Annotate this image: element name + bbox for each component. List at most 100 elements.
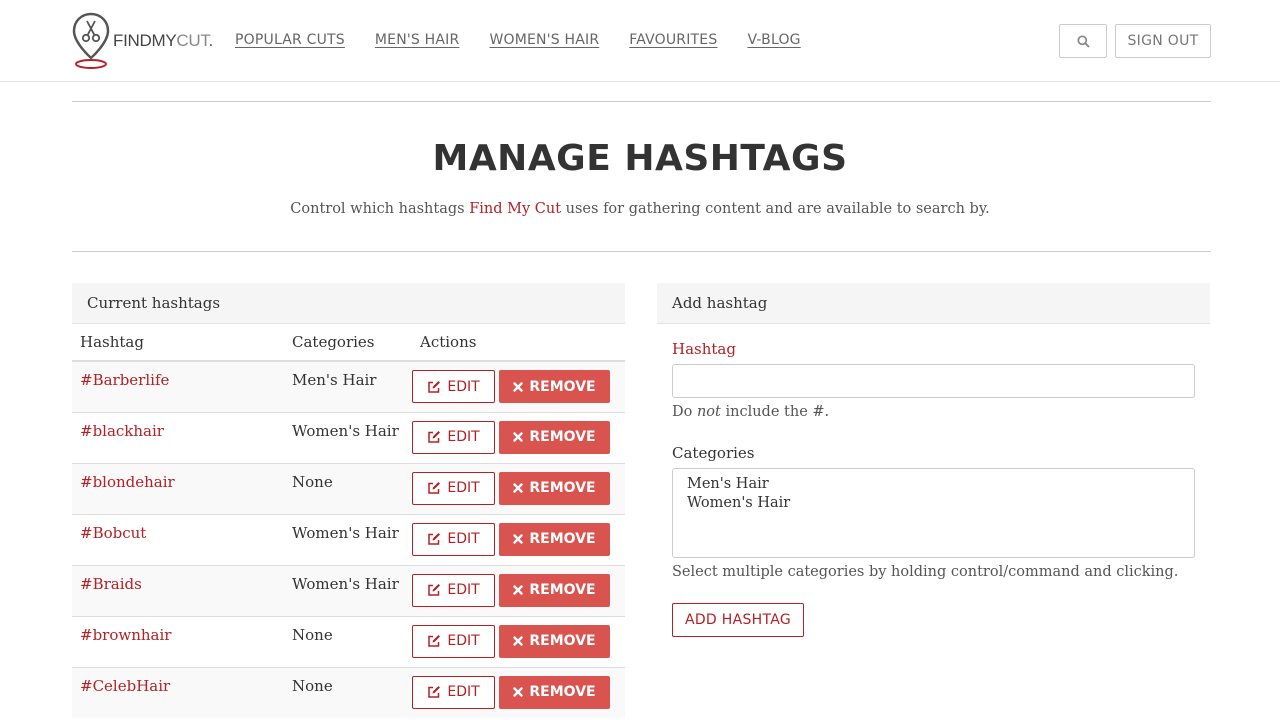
category-option-mens-hair[interactable]: Men's Hair xyxy=(687,475,1180,494)
actions-cell: EDIT REMOVE xyxy=(412,564,625,616)
page-title: MANAGE HASHTAGS xyxy=(432,138,848,179)
hashtags-table-body: #Barberlife Men's Hair EDIT REMOVE #blac… xyxy=(72,360,625,718)
edit-icon xyxy=(428,635,441,647)
nav-link-mens-hair[interactable]: MEN'S HAIR xyxy=(375,32,460,48)
nav-link-favourites[interactable]: FAVOURITES xyxy=(629,32,717,48)
remove-button-label: REMOVE xyxy=(529,633,596,649)
actions-cell: EDIT REMOVE xyxy=(412,411,625,463)
remove-button[interactable]: REMOVE xyxy=(499,624,610,658)
subtitle-text-after: uses for gathering content and are avail… xyxy=(561,201,990,217)
brand-logo-link[interactable]: FINDMYCUT. xyxy=(72,12,213,72)
page-subtitle: Control which hashtags Find My Cut uses … xyxy=(0,201,1280,217)
actions-cell: EDIT REMOVE xyxy=(412,360,625,412)
table-row: #CelebHair None EDIT REMOVE xyxy=(72,666,625,718)
edit-button[interactable]: EDIT xyxy=(412,471,495,505)
remove-button[interactable]: REMOVE xyxy=(499,522,610,556)
column-header-categories: Categories xyxy=(284,324,412,362)
times-icon xyxy=(513,432,524,442)
brand-wordmark: FINDMYCUT. xyxy=(113,31,213,50)
nav-link-popular-cuts[interactable]: POPULAR CUTS xyxy=(235,32,345,48)
divider-top xyxy=(72,101,1211,102)
hashtag-cell[interactable]: #CelebHair xyxy=(72,666,284,718)
category-option-womens-hair[interactable]: Women's Hair xyxy=(687,494,1180,513)
column-header-actions: Actions xyxy=(412,324,625,362)
hashtag-cell[interactable]: #Barberlife xyxy=(72,360,284,412)
main-nav: POPULAR CUTS MEN'S HAIR WOMEN'S HAIR FAV… xyxy=(235,32,801,48)
hashtag-field-label: Hashtag xyxy=(672,340,736,358)
times-icon xyxy=(513,534,524,544)
add-hashtag-heading: Add hashtag xyxy=(657,283,1210,324)
categories-cell: None xyxy=(284,666,412,718)
table-row: #Bobcut Women's Hair EDIT REMOVE xyxy=(72,513,625,565)
nav-link-v-blog[interactable]: V-BLOG xyxy=(747,32,800,48)
remove-button-label: REMOVE xyxy=(529,378,596,395)
remove-button-label: REMOVE xyxy=(529,582,596,598)
times-icon xyxy=(513,483,524,493)
remove-button[interactable]: REMOVE xyxy=(499,420,610,454)
edit-button-label: EDIT xyxy=(447,378,480,395)
column-header-hashtag: Hashtag xyxy=(72,324,284,362)
table-row: #Braids Women's Hair EDIT REMOVE xyxy=(72,564,625,616)
edit-icon xyxy=(428,584,441,596)
edit-icon xyxy=(428,686,441,698)
hashtag-cell[interactable]: #blondehair xyxy=(72,462,284,514)
categories-cell: Women's Hair xyxy=(284,513,412,565)
edit-button[interactable]: EDIT xyxy=(412,573,495,607)
hashtag-input[interactable] xyxy=(672,364,1195,398)
hashtags-table: Hashtag Categories Actions #Barberlife M… xyxy=(72,324,625,718)
categories-help-text: Select multiple categories by holding co… xyxy=(672,564,1179,580)
remove-button-label: REMOVE xyxy=(529,429,596,445)
subtitle-brand-name: Find My Cut xyxy=(469,201,562,217)
times-icon xyxy=(513,381,524,392)
remove-button-label: REMOVE xyxy=(529,684,596,700)
categories-multiselect[interactable]: Men's Hair Women's Hair xyxy=(672,468,1195,558)
subtitle-text-before: Control which hashtags xyxy=(290,201,470,217)
categories-cell: None xyxy=(284,462,412,514)
hashtag-cell[interactable]: #blackhair xyxy=(72,411,284,463)
remove-button[interactable]: REMOVE xyxy=(499,573,610,607)
edit-button[interactable]: EDIT xyxy=(412,370,495,403)
edit-button-label: EDIT xyxy=(447,531,480,547)
edit-button[interactable]: EDIT xyxy=(412,624,495,658)
categories-cell: Women's Hair xyxy=(284,564,412,616)
divider-middle xyxy=(72,251,1211,252)
edit-icon xyxy=(428,533,441,545)
actions-cell: EDIT REMOVE xyxy=(412,666,625,718)
remove-button[interactable]: REMOVE xyxy=(499,471,610,505)
edit-button-label: EDIT xyxy=(447,429,480,445)
categories-cell: None xyxy=(284,615,412,667)
actions-cell: EDIT REMOVE xyxy=(412,615,625,667)
hashtag-help-text: Do not include the #. xyxy=(672,404,829,420)
categories-cell: Women's Hair xyxy=(284,411,412,463)
edit-button-label: EDIT xyxy=(447,582,480,598)
remove-button-label: REMOVE xyxy=(529,531,596,547)
times-icon xyxy=(513,687,524,697)
categories-field-label: Categories xyxy=(672,444,755,462)
remove-button[interactable]: REMOVE xyxy=(499,675,610,709)
map-pin-scissors-icon xyxy=(72,12,110,69)
nav-link-womens-hair[interactable]: WOMEN'S HAIR xyxy=(489,32,599,48)
table-row: #blondehair None EDIT REMOVE xyxy=(72,462,625,514)
edit-button[interactable]: EDIT xyxy=(412,420,495,454)
hashtag-cell[interactable]: #brownhair xyxy=(72,615,284,667)
add-hashtag-button[interactable]: ADD HASHTAG xyxy=(672,603,804,637)
times-icon xyxy=(513,636,524,646)
remove-button[interactable]: REMOVE xyxy=(499,370,610,403)
hashtag-cell[interactable]: #Braids xyxy=(72,564,284,616)
edit-icon xyxy=(428,482,441,494)
search-icon xyxy=(1076,34,1090,48)
edit-button[interactable]: EDIT xyxy=(412,522,495,556)
current-hashtags-heading: Current hashtags xyxy=(72,283,625,324)
sign-out-button[interactable]: SIGN OUT xyxy=(1115,24,1211,58)
edit-button[interactable]: EDIT xyxy=(412,675,495,709)
hashtag-help-emphasis: not xyxy=(696,404,721,420)
hashtag-help-before: Do xyxy=(672,404,697,420)
search-button[interactable] xyxy=(1059,24,1107,58)
remove-button-label: REMOVE xyxy=(529,480,596,496)
hashtag-help-after: include the #. xyxy=(720,404,830,420)
hashtag-cell[interactable]: #Bobcut xyxy=(72,513,284,565)
edit-button-label: EDIT xyxy=(447,633,480,649)
actions-cell: EDIT REMOVE xyxy=(412,462,625,514)
edit-button-label: EDIT xyxy=(447,684,480,700)
edit-button-label: EDIT xyxy=(447,480,480,496)
